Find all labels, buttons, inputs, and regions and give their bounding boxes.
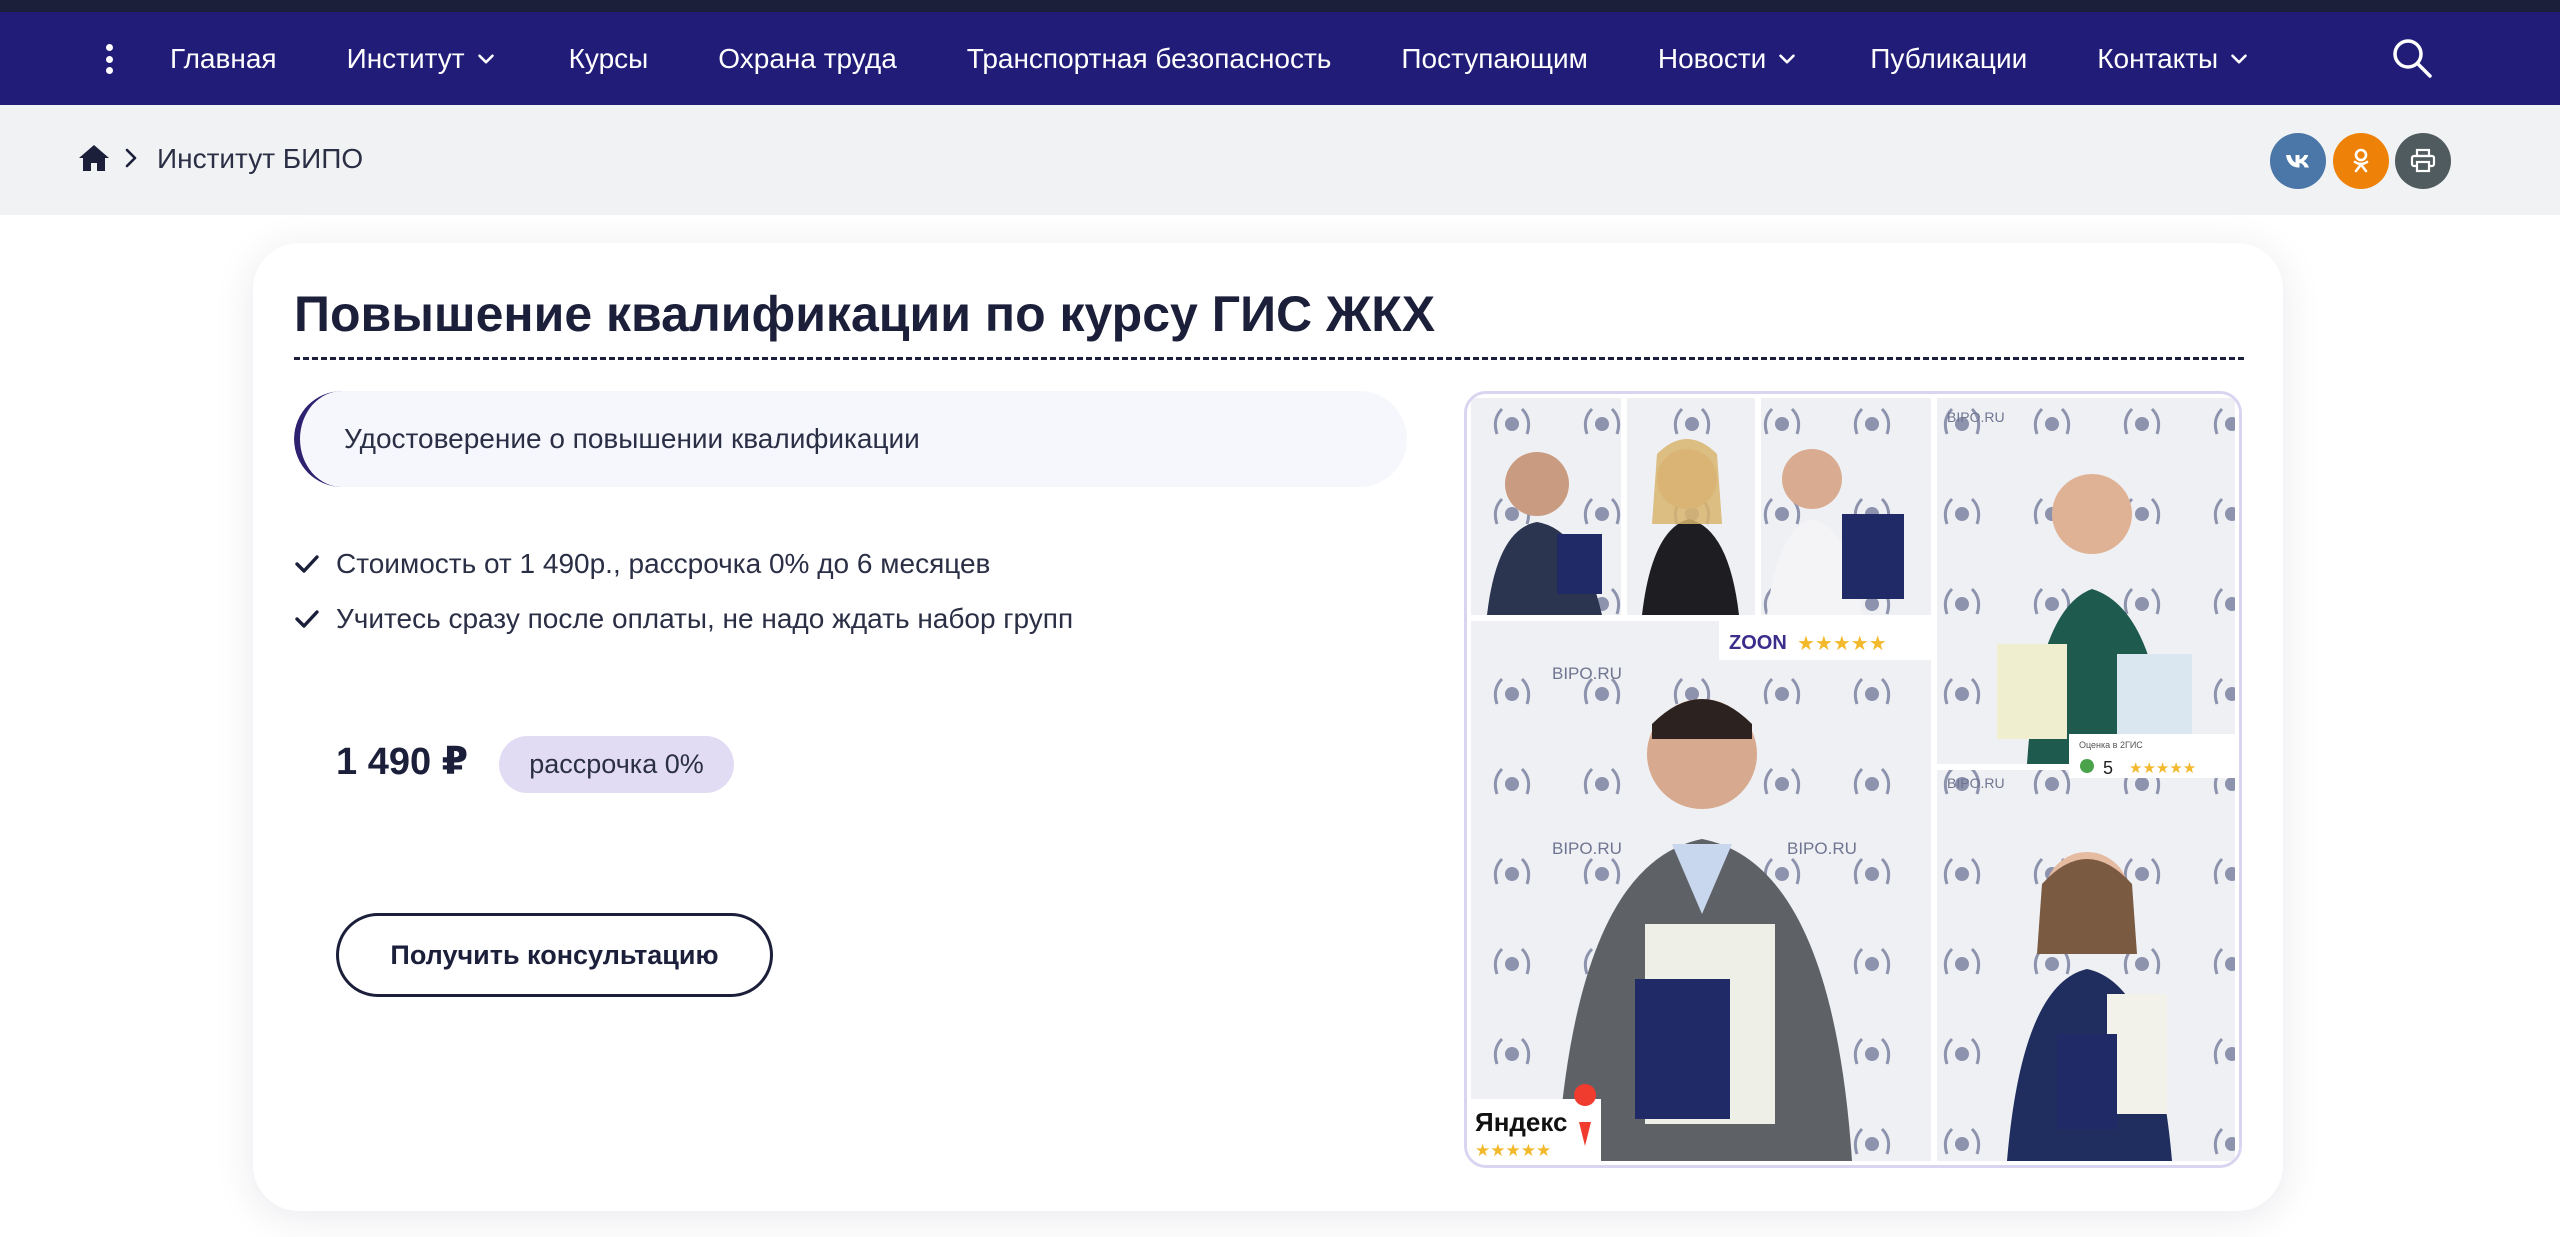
chevron-down-icon	[1779, 53, 1796, 64]
installment-badge: рассрочка 0%	[499, 736, 734, 793]
vk-icon	[2286, 155, 2309, 168]
twogis-rating: Оценка в 2ГИС 5 ★★★★★	[2069, 734, 2235, 778]
print-button[interactable]	[2395, 133, 2451, 189]
nav-item-postupayushchim[interactable]: Поступающим	[1401, 43, 1588, 75]
certificate-text: Удостоверение о повышении квалификации	[344, 423, 920, 454]
bipo-watermark: BIPO.RU	[1552, 839, 1622, 858]
nav-item-ohrana-truda[interactable]: Охрана труда	[718, 43, 897, 75]
breadcrumb-current: Институт БИПО	[157, 143, 364, 174]
feature-text: Стоимость от 1 490р., рассрочка 0% до 6 …	[336, 548, 991, 579]
checkmark-icon	[295, 610, 319, 628]
feature-item: Учитесь сразу после оплаты, не надо ждат…	[294, 603, 1073, 635]
course-card: Повышение квалификации по курсу ГИС ЖКХ …	[253, 243, 2283, 1211]
feature-text: Учитесь сразу после оплаты, не надо ждат…	[336, 603, 1074, 634]
nav-item-publikatsii[interactable]: Публикации	[1870, 43, 2027, 75]
graduates-photo-collage: BIPO.RU BIPO.RU BIPO.RU BIPO.RU BIPO.RU …	[1464, 391, 2242, 1168]
nav-item-novosti[interactable]: Новости	[1658, 43, 1800, 75]
share-vk-button[interactable]	[2270, 133, 2326, 189]
course-price: 1 490 ₽	[336, 741, 469, 783]
feature-item: Стоимость от 1 490р., рассрочка 0% до 6 …	[294, 548, 990, 580]
main-navigation: Главная Институт Курсы Охрана труда Тран…	[0, 12, 2560, 105]
breadcrumb: Институт БИПО	[0, 105, 2560, 215]
certificate-accent	[294, 391, 342, 487]
collage-image: BIPO.RU BIPO.RU BIPO.RU BIPO.RU BIPO.RU …	[1467, 394, 2239, 1165]
svg-text:ZOON: ZOON	[1729, 632, 1787, 654]
chevron-down-icon	[477, 53, 494, 64]
odnoklassniki-icon	[2353, 148, 2369, 173]
bipo-watermark: BIPO.RU	[1947, 409, 2005, 425]
nav-item-institut[interactable]: Институт	[347, 43, 499, 75]
zoon-rating: ZOON ★★★★★	[1719, 620, 1931, 660]
nav-item-transport-security[interactable]: Транспортная безопасность	[967, 43, 1332, 75]
bipo-watermark: BIPO.RU	[1787, 839, 1857, 858]
top-strip	[0, 0, 2560, 12]
chevron-down-icon	[2231, 53, 2247, 64]
svg-text:★★★★★: ★★★★★	[1475, 1141, 1551, 1161]
page-title: Повышение квалификации по курсу ГИС ЖКХ	[294, 286, 1436, 342]
nav-item-kursy[interactable]: Курсы	[569, 43, 649, 75]
certificate-info: Удостоверение о повышении квалификации	[294, 391, 1407, 487]
get-consultation-button[interactable]: Получить консультацию	[336, 913, 773, 997]
nav-item-kontakty[interactable]: Контакты	[2097, 43, 2252, 75]
checkmark-icon	[295, 555, 319, 573]
svg-text:Оценка в 2ГИС: Оценка в 2ГИС	[2079, 740, 2143, 750]
svg-text:5: 5	[2103, 758, 2113, 778]
print-icon	[2410, 148, 2436, 173]
svg-text:★★★★★: ★★★★★	[2129, 759, 2196, 777]
bipo-watermark: BIPO.RU	[1552, 664, 1622, 683]
svg-text:★★★★★: ★★★★★	[1797, 631, 1887, 655]
svg-text:Яндекс: Яндекс	[1475, 1107, 1568, 1137]
bipo-watermark: BIPO.RU	[1947, 775, 2005, 791]
nav-items: Главная Институт Курсы Охрана труда Тран…	[170, 12, 2322, 105]
share-ok-button[interactable]	[2333, 133, 2389, 189]
menu-dots-icon[interactable]	[92, 42, 126, 76]
search-icon[interactable]	[2390, 36, 2434, 80]
chevron-right-icon	[125, 148, 137, 168]
nav-item-glavnaya[interactable]: Главная	[170, 43, 277, 75]
title-divider	[294, 357, 2244, 360]
home-icon[interactable]	[78, 143, 110, 173]
